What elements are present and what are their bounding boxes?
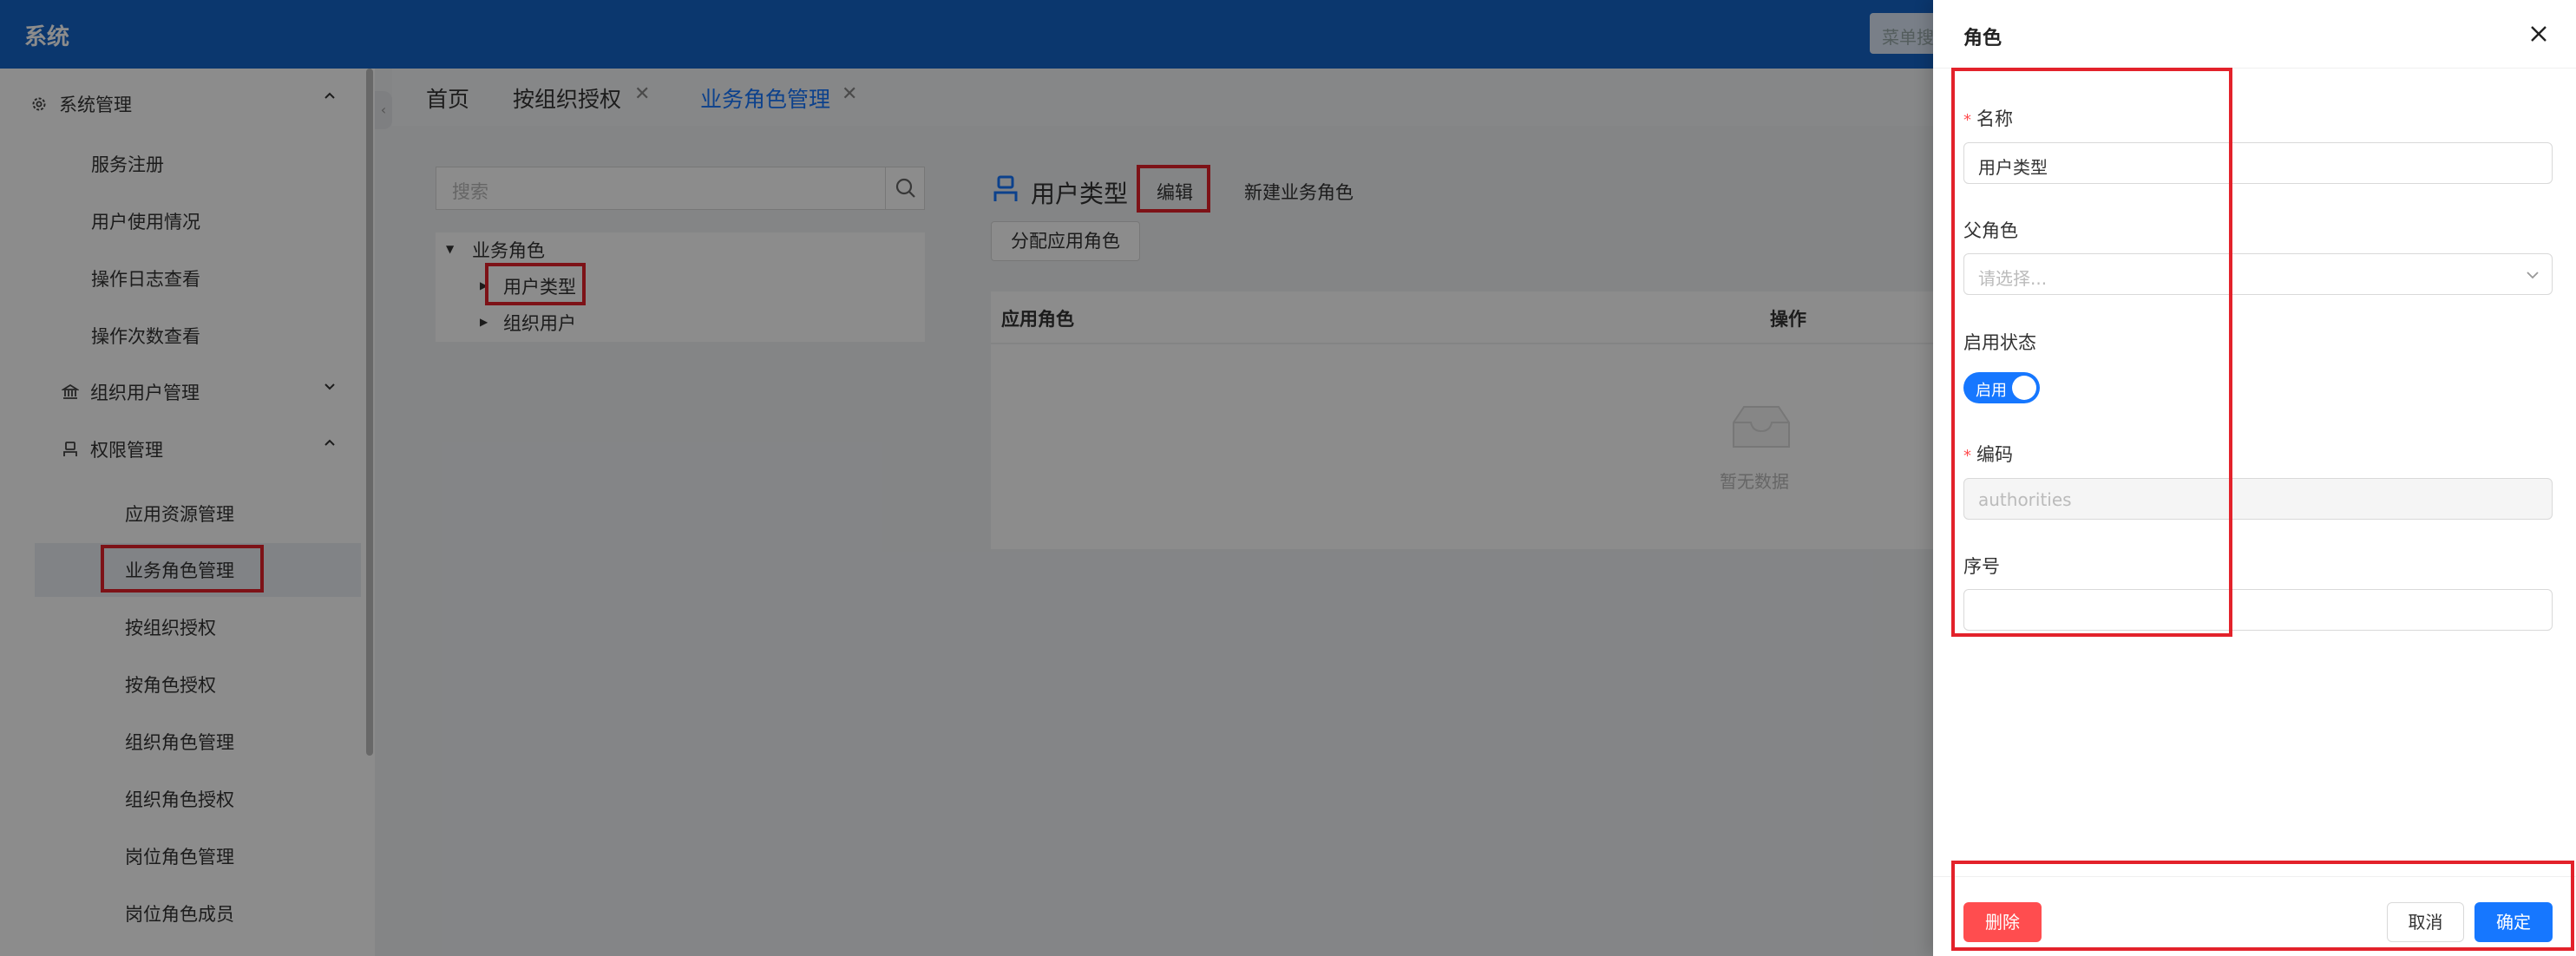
highlight-box [1951,68,2232,637]
drawer-title: 角色 [1963,28,2002,49]
drawer-header: 角色 [1933,0,2576,69]
close-icon[interactable] [2524,19,2553,49]
drawer-mask[interactable] [0,0,1933,956]
highlight-box [1951,861,2574,951]
chevron-down-icon [2524,266,2541,284]
